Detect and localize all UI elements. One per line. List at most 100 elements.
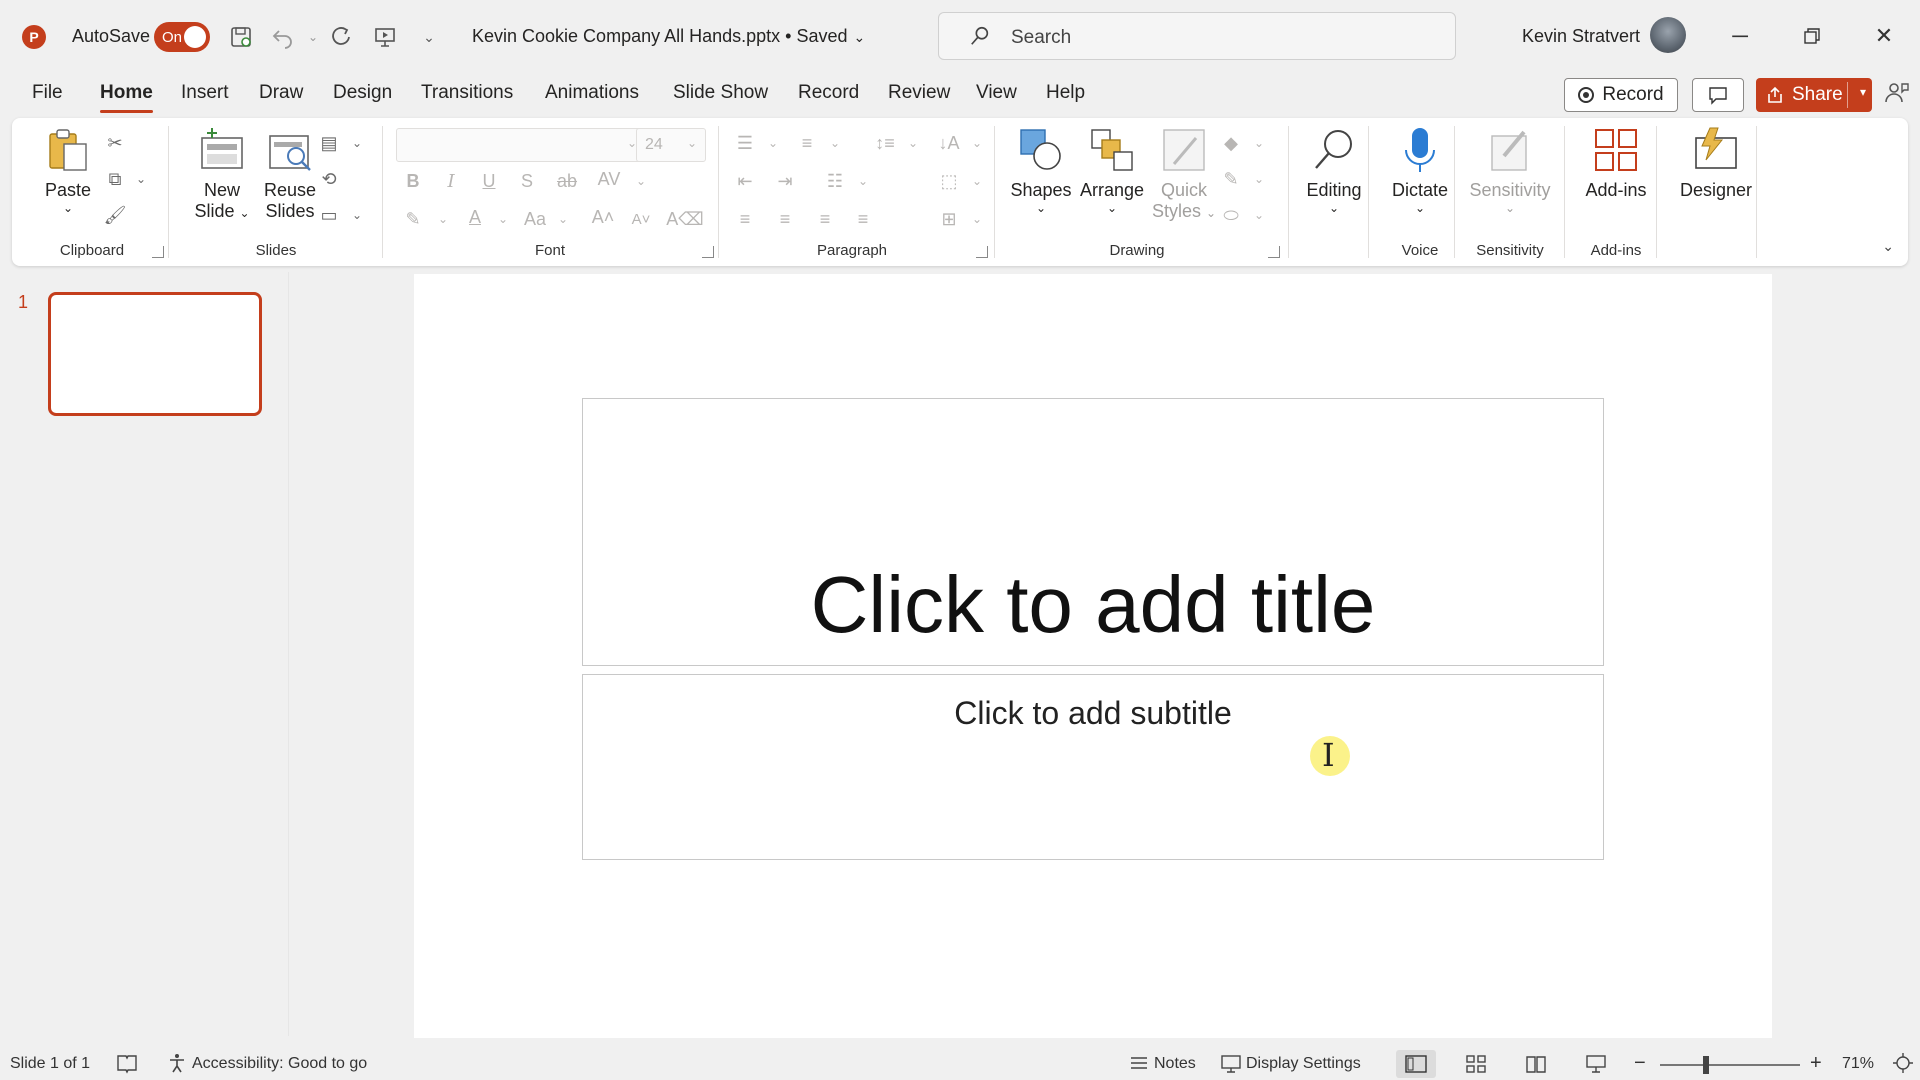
- present-from-beginning-icon[interactable]: [370, 22, 400, 52]
- chevron-down-icon[interactable]: ⌄: [128, 166, 154, 192]
- chevron-down-icon[interactable]: ⌄: [550, 206, 576, 232]
- subtitle-placeholder[interactable]: Click to add subtitle: [582, 674, 1604, 860]
- italic-icon[interactable]: I: [438, 168, 464, 194]
- chevron-down-icon[interactable]: ⌄: [964, 168, 990, 194]
- arrange-button[interactable]: Arrange ⌄: [1074, 126, 1150, 215]
- font-name-combo[interactable]: ⌄: [396, 128, 646, 162]
- pane-divider[interactable]: [288, 272, 289, 1036]
- autosave-toggle[interactable]: On: [154, 22, 210, 52]
- shape-fill-icon[interactable]: ◆: [1218, 130, 1244, 156]
- zoom-out-button[interactable]: −: [1634, 1052, 1646, 1075]
- numbering-icon[interactable]: ≡: [794, 130, 820, 156]
- font-color-icon[interactable]: A: [462, 204, 488, 230]
- record-button[interactable]: Record: [1564, 78, 1678, 112]
- reading-view-icon[interactable]: [1516, 1050, 1556, 1078]
- align-right-icon[interactable]: ≡: [812, 206, 838, 232]
- tab-view[interactable]: View: [976, 82, 1017, 104]
- chevron-down-icon[interactable]: ⌄: [490, 206, 516, 232]
- columns-icon[interactable]: ☷: [822, 168, 848, 194]
- tab-review[interactable]: Review: [888, 82, 950, 104]
- chevron-down-icon[interactable]: ⌄: [850, 168, 876, 194]
- chevron-down-icon[interactable]: ⌄: [344, 130, 370, 156]
- justify-icon[interactable]: ≡: [850, 206, 876, 232]
- line-spacing-icon[interactable]: ↕≡: [872, 130, 898, 156]
- cut-icon[interactable]: ✂: [102, 130, 128, 156]
- slide-sorter-icon[interactable]: [1456, 1050, 1496, 1078]
- display-settings-button[interactable]: Display Settings: [1246, 1055, 1361, 1073]
- zoom-slider[interactable]: [1660, 1064, 1800, 1066]
- align-text-icon[interactable]: ⬚: [936, 168, 962, 194]
- chevron-down-icon[interactable]: ⌄: [760, 130, 786, 156]
- chevron-down-icon[interactable]: ⌄: [1246, 130, 1272, 156]
- fit-to-window-icon[interactable]: [1892, 1052, 1914, 1079]
- customize-toolbar-icon[interactable]: ⌄: [414, 22, 444, 52]
- chevron-down-icon[interactable]: ⌄: [628, 168, 654, 194]
- drawing-launcher-icon[interactable]: [1268, 246, 1280, 258]
- paste-button[interactable]: Paste ⌄: [38, 126, 98, 215]
- chevron-down-icon[interactable]: ⌄: [1246, 202, 1272, 228]
- spelling-icon[interactable]: [116, 1052, 138, 1079]
- tab-help[interactable]: Help: [1046, 82, 1085, 104]
- align-center-icon[interactable]: ≡: [772, 206, 798, 232]
- decrease-indent-icon[interactable]: ⇤: [732, 168, 758, 194]
- close-icon[interactable]: ✕: [1864, 20, 1904, 52]
- shape-effects-icon[interactable]: ⬭: [1218, 202, 1244, 228]
- clipboard-launcher-icon[interactable]: [152, 246, 164, 258]
- zoom-level[interactable]: 71%: [1842, 1055, 1874, 1073]
- quick-styles-button[interactable]: Quick Styles ⌄: [1148, 126, 1220, 222]
- user-name[interactable]: Kevin Stratvert: [1522, 26, 1640, 47]
- comments-button[interactable]: [1692, 78, 1744, 112]
- shadow-icon[interactable]: S: [514, 168, 540, 194]
- dictate-button[interactable]: Dictate ⌄: [1382, 126, 1458, 215]
- bullets-icon[interactable]: ☰: [732, 130, 758, 156]
- copy-icon[interactable]: ⧉: [102, 166, 128, 192]
- chevron-down-icon[interactable]: ⌄: [430, 206, 456, 232]
- underline-icon[interactable]: U: [476, 168, 502, 194]
- text-direction-icon[interactable]: ↓A: [936, 130, 962, 156]
- restore-icon[interactable]: [1792, 20, 1832, 52]
- align-left-icon[interactable]: ≡: [732, 206, 758, 232]
- clear-formatting-icon[interactable]: A⌫: [666, 206, 703, 232]
- tab-transitions[interactable]: Transitions: [421, 82, 513, 104]
- chevron-down-icon[interactable]: ▾: [1860, 85, 1866, 99]
- notes-button[interactable]: Notes: [1154, 1055, 1196, 1073]
- reset-icon[interactable]: ⟲: [316, 166, 342, 192]
- slide-show-icon[interactable]: [1576, 1050, 1616, 1078]
- display-settings-icon[interactable]: [1220, 1052, 1242, 1079]
- designer-button[interactable]: Designer: [1668, 126, 1764, 201]
- shrink-font-icon[interactable]: A˅: [628, 206, 654, 232]
- tab-insert[interactable]: Insert: [181, 82, 229, 104]
- undo-icon[interactable]: [268, 22, 298, 52]
- redo-icon[interactable]: [326, 22, 356, 52]
- shape-outline-icon[interactable]: ✎: [1218, 166, 1244, 192]
- tab-record[interactable]: Record: [798, 82, 859, 104]
- paragraph-launcher-icon[interactable]: [976, 246, 988, 258]
- smartart-icon[interactable]: ⊞: [936, 206, 962, 232]
- search-box[interactable]: Search: [938, 12, 1456, 60]
- font-size-combo[interactable]: 24 ⌄: [636, 128, 706, 162]
- slide-canvas[interactable]: Click to add title Click to add subtitle: [414, 274, 1772, 1038]
- save-icon[interactable]: [226, 22, 256, 52]
- chevron-down-icon[interactable]: ⌄: [900, 130, 926, 156]
- chevron-down-icon[interactable]: ⌄: [1246, 166, 1272, 192]
- chevron-down-icon[interactable]: ⌄: [344, 202, 370, 228]
- normal-view-icon[interactable]: [1396, 1050, 1436, 1078]
- tab-home[interactable]: Home: [100, 82, 153, 113]
- character-spacing-icon[interactable]: AV: [596, 166, 622, 192]
- accessibility-icon[interactable]: [166, 1052, 188, 1079]
- section-icon[interactable]: ▭: [316, 202, 342, 228]
- minimize-icon[interactable]: ─: [1720, 20, 1760, 52]
- slide-thumbnail[interactable]: [48, 292, 262, 416]
- avatar[interactable]: [1650, 17, 1686, 53]
- document-title[interactable]: Kevin Cookie Company All Hands.pptx • Sa…: [472, 26, 865, 47]
- format-painter-icon[interactable]: 🖌: [102, 202, 128, 228]
- tab-design[interactable]: Design: [333, 82, 392, 104]
- coauthor-icon[interactable]: [1884, 80, 1912, 108]
- shapes-button[interactable]: Shapes ⌄: [1006, 126, 1076, 215]
- notes-icon[interactable]: [1128, 1052, 1150, 1079]
- sensitivity-button[interactable]: Sensitivity ⌄: [1462, 126, 1558, 215]
- increase-indent-icon[interactable]: ⇥: [772, 168, 798, 194]
- chevron-down-icon[interactable]: ⌄: [822, 130, 848, 156]
- zoom-slider-thumb[interactable]: [1703, 1056, 1709, 1074]
- layout-icon[interactable]: ▤: [316, 130, 342, 156]
